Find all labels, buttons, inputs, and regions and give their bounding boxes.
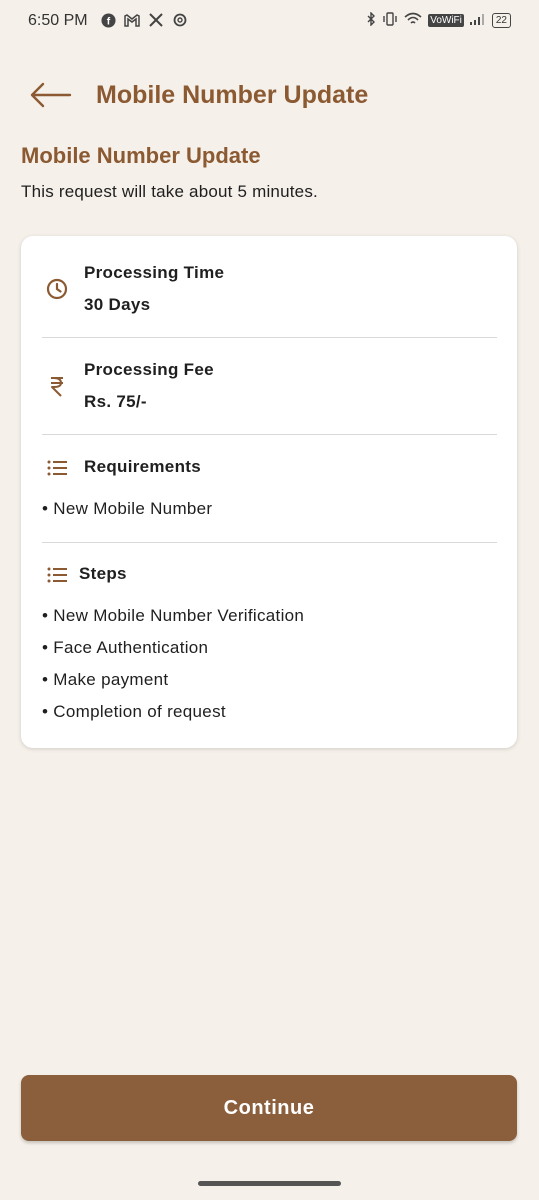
section-subtitle: This request will take about 5 minutes. bbox=[21, 182, 318, 201]
gmail-icon bbox=[124, 12, 140, 28]
requirement-item: • New Mobile Number bbox=[42, 499, 213, 518]
x-icon bbox=[148, 12, 164, 28]
request-details-card: Processing Time 30 Days Processing Fee R… bbox=[21, 236, 517, 748]
continue-button[interactable]: Continue bbox=[21, 1075, 517, 1141]
signal-icon bbox=[469, 13, 486, 28]
divider bbox=[42, 542, 497, 543]
home-indicator[interactable] bbox=[198, 1181, 341, 1186]
section-title: Mobile Number Update bbox=[21, 143, 261, 168]
notification-icons: f bbox=[100, 12, 188, 28]
facebook-icon: f bbox=[100, 12, 116, 28]
processing-time-value: 30 Days bbox=[84, 295, 151, 314]
processing-fee-label: Processing Fee bbox=[84, 360, 214, 379]
step-item: • Make payment bbox=[42, 670, 169, 689]
page-title: Mobile Number Update bbox=[96, 81, 369, 109]
divider bbox=[42, 434, 497, 435]
processing-fee-value: Rs. 75/- bbox=[84, 392, 147, 411]
vibrate-icon bbox=[382, 12, 398, 29]
vowifi-badge: VoWiFi bbox=[428, 14, 464, 27]
svg-text:f: f bbox=[106, 16, 110, 27]
step-item: • Completion of request bbox=[42, 702, 226, 721]
requirements-label: Requirements bbox=[84, 457, 201, 476]
system-status-icons: VoWiFi 22 bbox=[366, 11, 511, 29]
step-item: • Face Authentication bbox=[42, 638, 209, 657]
arrow-left-icon bbox=[30, 82, 72, 108]
rupee-icon bbox=[45, 374, 69, 398]
status-time: 6:50 PM bbox=[28, 12, 88, 29]
app-header: Mobile Number Update bbox=[0, 68, 539, 124]
list-icon bbox=[45, 563, 69, 587]
step-item: • New Mobile Number Verification bbox=[42, 606, 305, 625]
processing-time-label: Processing Time bbox=[84, 263, 225, 282]
threads-icon bbox=[172, 12, 188, 28]
battery-indicator: 22 bbox=[491, 13, 511, 28]
steps-label: Steps bbox=[79, 564, 127, 583]
clock-icon bbox=[45, 277, 69, 301]
list-icon bbox=[45, 456, 69, 480]
wifi-icon bbox=[404, 12, 422, 29]
divider bbox=[42, 337, 497, 338]
bluetooth-icon bbox=[366, 11, 376, 29]
status-bar: 6:50 PM f VoWiFi 22 bbox=[0, 0, 539, 46]
back-button[interactable] bbox=[28, 80, 76, 110]
